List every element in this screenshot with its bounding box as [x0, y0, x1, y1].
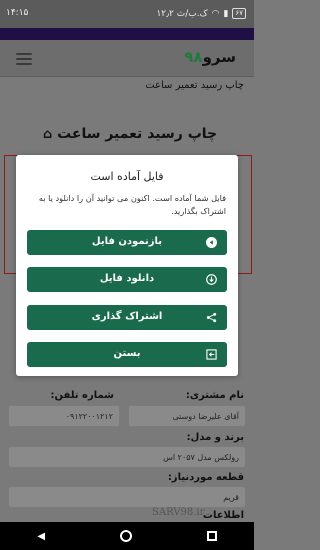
play-circle-icon	[206, 237, 217, 248]
top-color-strip	[0, 28, 254, 40]
page-title-row: چاپ رسید تعمیر ساعت ⌂	[0, 126, 254, 142]
battery-icon: ۶۷	[232, 8, 246, 19]
exit-icon	[206, 349, 217, 360]
status-icons: ۱۲٫۲ ک.ب/ث ◠ ▮ ۶۷	[156, 8, 246, 19]
home-icon: ⌂	[42, 127, 53, 142]
dialog-description: فایل شما آماده است. اکنون می توانید آن ر…	[38, 193, 226, 216]
brand-name: سرو	[202, 48, 236, 66]
home-button-icon[interactable]	[119, 530, 132, 542]
download-icon	[206, 274, 217, 285]
brand-number: ۹۸	[184, 48, 203, 66]
back-icon[interactable]: ◀	[37, 531, 45, 542]
brand-model-field[interactable]: رولکس مدل ۲۰۵۷ اس	[8, 446, 246, 468]
share-icon	[206, 312, 217, 323]
data-speed: ۱۲٫۲ ک.ب/ث	[156, 8, 208, 19]
open-file-button[interactable]: بازنمودن فایل	[27, 230, 227, 255]
part-label: قطعه موردنیاز:	[167, 472, 244, 483]
dialog-title: فایل آماده است	[90, 170, 164, 183]
page-title: چاپ رسید تعمیر ساعت	[57, 126, 218, 142]
customer-name-field[interactable]: آقای علیرضا دوستی	[128, 405, 246, 427]
download-file-label: دانلود فایل	[99, 273, 155, 284]
file-ready-dialog: فایل آماده است فایل شما آماده است. اکنون…	[16, 155, 238, 376]
status-bar: ۱۴:۱۵ ۱۲٫۲ ک.ب/ث ◠ ▮ ۶۷	[0, 0, 254, 28]
watermark: SARV98.ir	[152, 507, 205, 518]
customer-name-label: نام مشتری:	[185, 390, 244, 401]
system-nav-bar: ◀	[0, 522, 254, 550]
app-bar: سرو۹۸	[0, 40, 254, 77]
brand-logo[interactable]: سرو۹۸	[178, 48, 236, 66]
status-time: ۱۴:۱۵	[6, 8, 29, 18]
extra-label: اطلاعات	[202, 510, 244, 521]
download-file-button[interactable]: دانلود فایل	[27, 267, 227, 292]
page-subtitle: چاپ رسید تعمیر ساعت	[145, 80, 244, 91]
share-label: اشتراک گذاری	[91, 311, 163, 322]
share-button[interactable]: اشتراک گذاری	[27, 305, 227, 330]
open-file-label: بازنمودن فایل	[91, 236, 163, 247]
phone-field[interactable]: ۰۹۱۲۲۰۰۱۲۱۲	[8, 405, 120, 427]
brand-model-label: برند و مدل:	[186, 432, 244, 443]
close-label: بستن	[113, 348, 141, 359]
signal-icon: ▮	[223, 8, 229, 19]
menu-icon[interactable]	[16, 53, 32, 65]
close-button[interactable]: بستن	[27, 342, 227, 367]
phone-label: شماره تلفن:	[50, 390, 114, 401]
part-field[interactable]: قریم	[8, 486, 246, 508]
recent-apps-icon[interactable]	[206, 531, 217, 541]
wifi-icon: ◠	[211, 8, 220, 19]
